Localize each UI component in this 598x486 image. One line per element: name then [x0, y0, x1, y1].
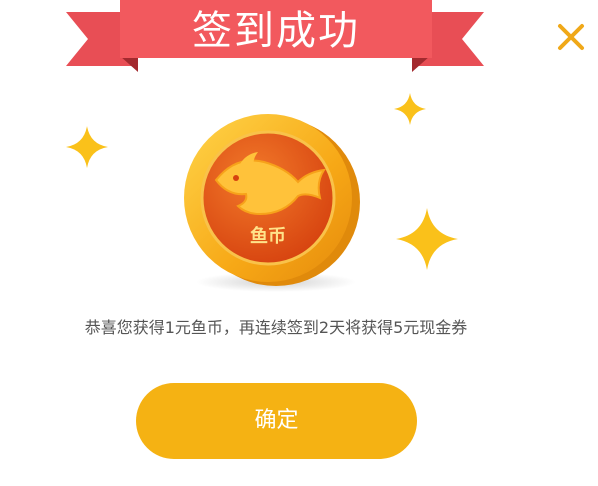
close-icon [558, 24, 584, 50]
dialog-title: 签到成功 [192, 8, 360, 54]
coin-label: 鱼币 [250, 226, 286, 247]
reward-message-text: 恭喜您获得1元鱼币，再连续签到2天将获得5元现金券 [84, 318, 468, 337]
close-button[interactable] [552, 18, 588, 54]
sparkle-icon [394, 93, 426, 125]
sparkle-icon [66, 126, 108, 168]
reward-message: 恭喜您获得1元鱼币，再连续签到2天将获得5元现金券 [0, 314, 552, 338]
sign-in-success-dialog: 签到成功 鱼币 恭喜您获得1元鱼币，再连续签到2天将获得5元现金券 确定 [0, 0, 598, 486]
fish-coin-icon [184, 114, 360, 292]
sparkle-icon [396, 208, 458, 270]
confirm-button[interactable]: 确定 [136, 383, 417, 459]
